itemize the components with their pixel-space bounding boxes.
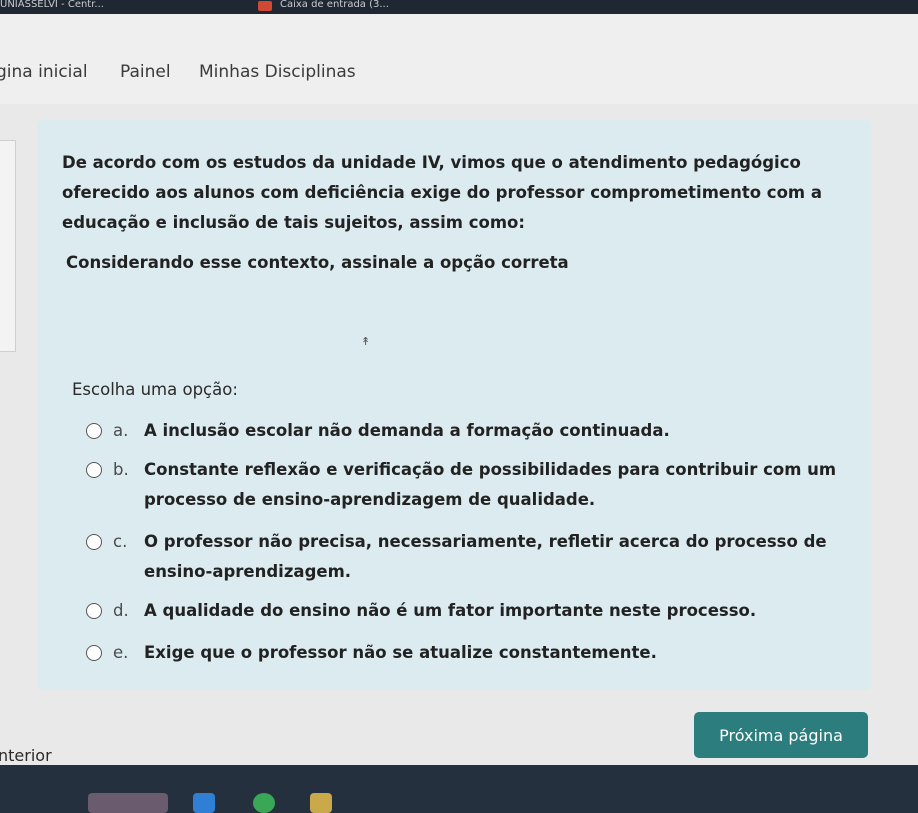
choose-option-label: Escolha uma opção: [72, 380, 238, 399]
radio-option-a[interactable] [86, 423, 102, 439]
option-letter: a. [113, 421, 129, 440]
previous-page-link[interactable]: nterior [0, 746, 52, 765]
option-letter: e. [113, 643, 129, 662]
mouse-cursor-icon: ↟ [361, 335, 371, 348]
option-text: A inclusão escolar não demanda a formaçã… [144, 421, 670, 440]
chrome-icon[interactable] [253, 793, 275, 813]
breadcrumb-painel[interactable]: Painel [120, 62, 171, 82]
option-text: O professor não precisa, necessariamente… [144, 532, 827, 581]
option-letter: b. [113, 460, 129, 479]
question-context: Considerando esse contexto, assinale a o… [66, 253, 569, 272]
option-text: Exige que o professor não se atualize co… [144, 643, 657, 662]
radio-option-d[interactable] [86, 603, 102, 619]
breadcrumb-disciplinas[interactable]: Minhas Disciplinas [199, 62, 356, 82]
gallery-icon[interactable] [310, 793, 332, 813]
browser-tab-uniasselvi[interactable]: UNIASSELVI - Centr... [0, 0, 104, 12]
browser-tab-inbox[interactable]: Caixa de entrada (3... [280, 0, 389, 12]
radio-option-b[interactable] [86, 462, 102, 478]
browser-tab-strip: UNIASSELVI - Centr... Caixa de entrada (… [0, 0, 918, 14]
option-text: Constante reflexão e verificação de poss… [144, 460, 837, 509]
navbar [0, 14, 918, 104]
photo-app-icon[interactable] [88, 793, 168, 813]
radio-option-c[interactable] [86, 534, 102, 550]
radio-option-e[interactable] [86, 645, 102, 661]
files-icon[interactable] [193, 793, 215, 813]
next-page-button[interactable]: Próxima página [694, 712, 868, 758]
question-info-panel [0, 140, 16, 352]
option-letter: c. [113, 532, 128, 551]
option-text: A qualidade do ensino não é um fator imp… [144, 601, 757, 620]
taskbar [0, 765, 918, 813]
question-text: De acordo com os estudos da unidade IV, … [62, 153, 822, 232]
mail-icon [258, 1, 272, 11]
option-letter: d. [113, 601, 129, 620]
breadcrumb-home[interactable]: gina inicial [0, 62, 88, 82]
